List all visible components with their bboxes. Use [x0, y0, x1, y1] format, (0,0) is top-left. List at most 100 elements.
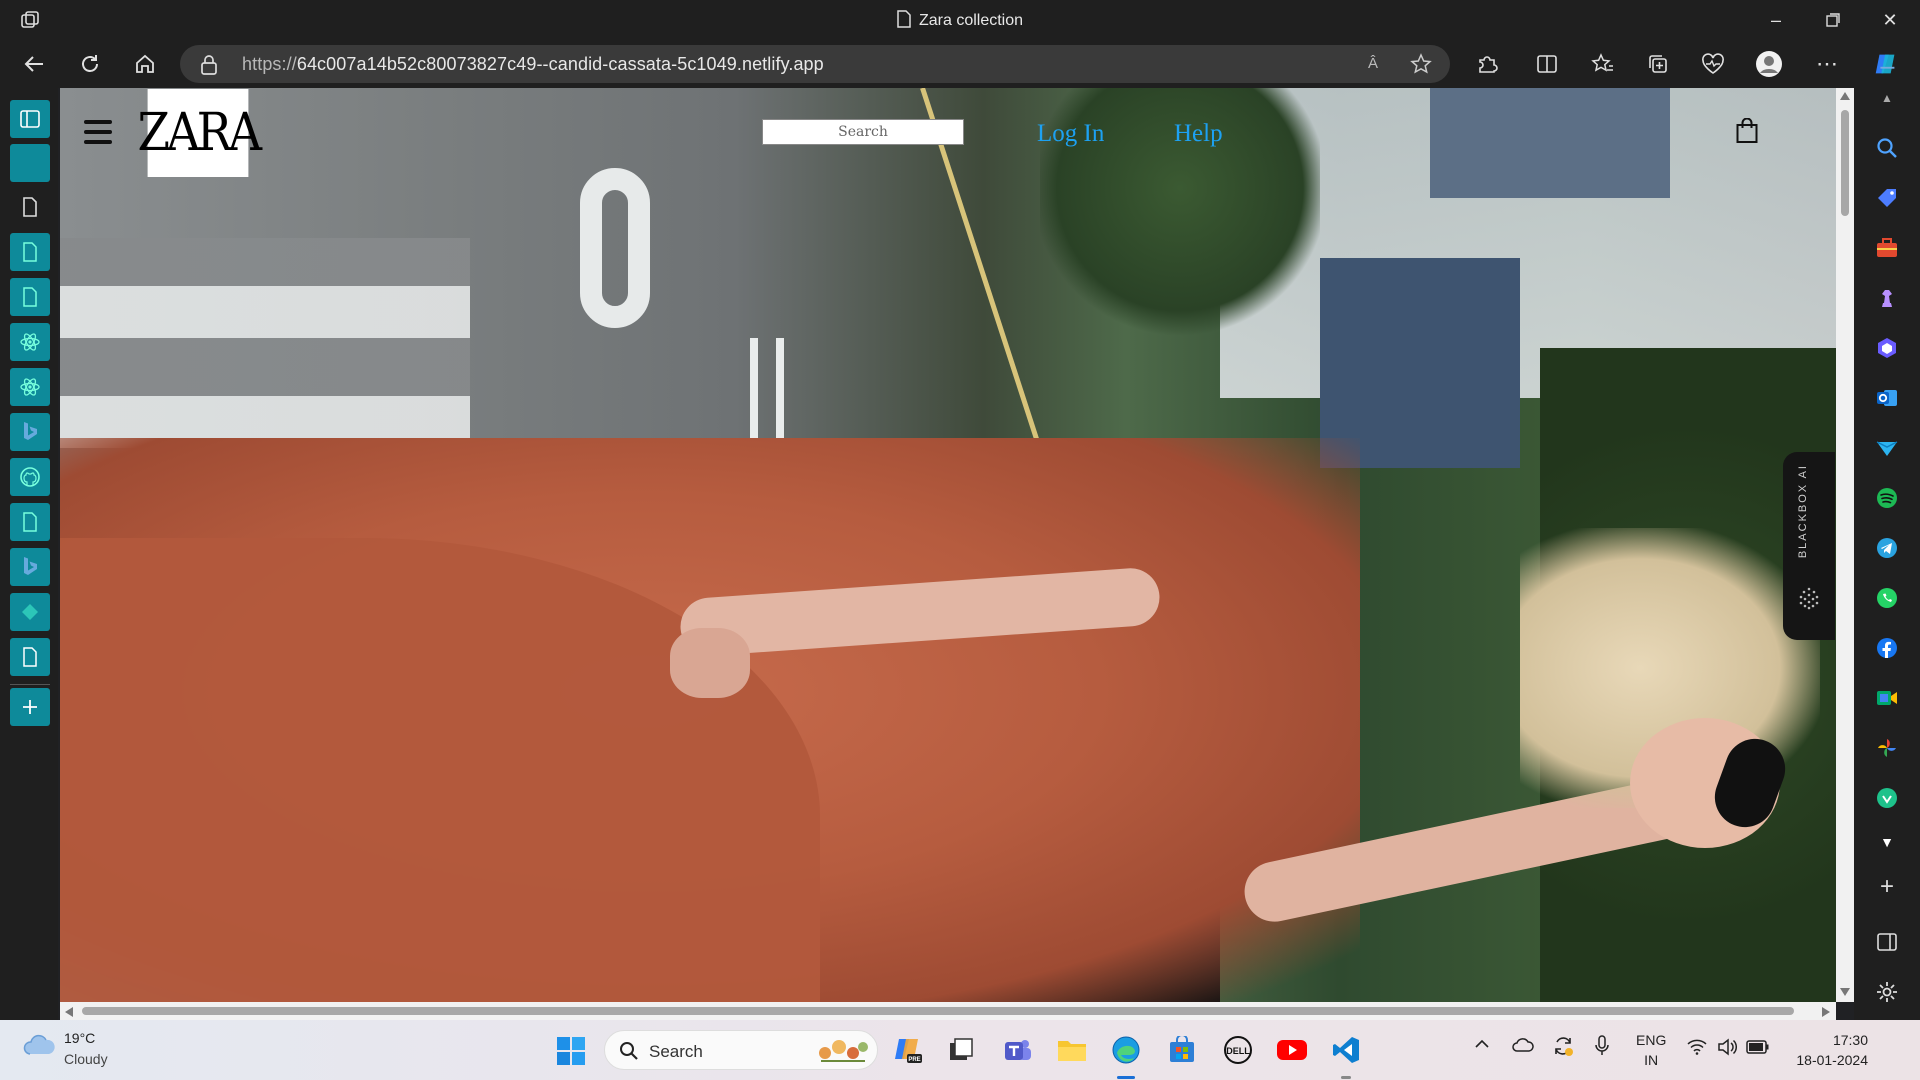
microsoft-365-icon[interactable] [1873, 334, 1901, 362]
tools-briefcase-icon[interactable] [1873, 234, 1901, 262]
github-icon [20, 467, 40, 487]
blackbox-ai-label: BLACKBOX AI [1797, 464, 1809, 559]
show-hidden-icons-chevron-icon[interactable] [1474, 1036, 1490, 1055]
help-link[interactable]: Help [1174, 120, 1223, 148]
scroll-down-arrow-icon[interactable] [1840, 988, 1850, 996]
windows-start-icon[interactable] [556, 1036, 586, 1066]
volume-icon[interactable] [1717, 1038, 1738, 1059]
games-chess-icon[interactable] [1873, 284, 1901, 312]
url-text[interactable]: https://64c007a14b52c80073827c49--candid… [242, 54, 824, 75]
scroll-left-arrow-icon[interactable] [65, 1007, 73, 1017]
scroll-right-arrow-icon[interactable] [1822, 1007, 1830, 1017]
shopping-bag-icon[interactable] [1736, 118, 1758, 144]
hide-sidebar-icon[interactable] [1873, 928, 1901, 956]
page-icon [23, 512, 37, 532]
spotify-icon[interactable] [1873, 484, 1901, 512]
task-view-app-icon[interactable] [945, 1034, 977, 1066]
hamburger-menu-icon[interactable] [84, 120, 112, 144]
sidebar-scroll-up-icon[interactable]: ▲ [1873, 84, 1901, 112]
weather-condition[interactable]: Cloudy [64, 1051, 108, 1067]
blackbox-ai-tab[interactable]: BLACKBOX AI [1783, 452, 1835, 640]
dell-app-icon[interactable]: DELL [1222, 1034, 1254, 1066]
home-button[interactable] [131, 50, 159, 78]
outlook-icon[interactable] [1873, 384, 1901, 412]
weather-temperature[interactable]: 19°C [64, 1030, 95, 1046]
copilot-button[interactable] [1872, 50, 1900, 78]
back-button[interactable] [20, 50, 48, 78]
vscode-app-icon[interactable] [1330, 1034, 1362, 1066]
collections-icon [1649, 55, 1667, 73]
horizontal-scrollbar[interactable] [60, 1002, 1836, 1020]
facebook-icon[interactable] [1873, 634, 1901, 662]
teams-app-icon[interactable] [1002, 1034, 1034, 1066]
vertical-tab-6[interactable] [10, 368, 50, 406]
sidebar-search-icon[interactable] [1873, 134, 1901, 162]
settings-more-button[interactable]: ⋯ [1813, 50, 1841, 78]
refresh-button[interactable] [76, 50, 104, 78]
sidebar-more-chevron-icon[interactable]: ▼ [1873, 828, 1901, 856]
telegram-icon[interactable] [1873, 534, 1901, 562]
file-explorer-app-icon[interactable] [1056, 1034, 1088, 1066]
wifi-icon[interactable] [1687, 1039, 1707, 1058]
vertical-tab-toggle[interactable] [10, 100, 50, 138]
vertical-tab-11[interactable] [10, 593, 50, 631]
vertical-scrollbar[interactable] [1836, 88, 1854, 1002]
browser-essentials-button[interactable] [1699, 50, 1727, 78]
vertical-tab-12[interactable] [10, 638, 50, 676]
copilot-preview-app-icon[interactable]: PRE [892, 1034, 924, 1066]
scroll-up-arrow-icon[interactable] [1840, 92, 1850, 100]
vertical-tab-7[interactable] [10, 413, 50, 451]
shopping-tag-icon[interactable] [1873, 184, 1901, 212]
add-favorite-star-icon[interactable] [1410, 53, 1432, 75]
lock-icon[interactable] [200, 55, 218, 75]
vertical-tab-active[interactable] [10, 188, 50, 226]
microphone-icon[interactable] [1594, 1035, 1610, 1060]
system-clock[interactable]: 17:30 18-01-2024 [1786, 1030, 1868, 1070]
title-bar: Zara collection – ✕ [0, 0, 1920, 40]
close-button[interactable]: ✕ [1878, 8, 1902, 32]
address-bar[interactable]: https://64c007a14b52c80073827c49--candid… [180, 45, 1450, 83]
zara-logo[interactable]: ZARA [138, 89, 262, 177]
extensions-button[interactable] [1473, 50, 1501, 78]
taskbar-search-box[interactable]: Search [604, 1030, 878, 1070]
bing-icon [24, 557, 37, 575]
svg-text:DELL: DELL [1226, 1046, 1250, 1056]
youtube-app-icon[interactable] [1276, 1034, 1308, 1066]
sync-status-icon[interactable] [1552, 1035, 1574, 1060]
cloudy-weather-icon[interactable] [22, 1030, 56, 1060]
read-aloud-icon[interactable]: Â [1368, 55, 1378, 72]
vertical-tab-8[interactable] [10, 458, 50, 496]
microsoft-store-app-icon[interactable] [1166, 1034, 1198, 1066]
new-tab-button[interactable] [10, 688, 50, 726]
vertical-tab-1[interactable] [10, 144, 50, 182]
puzzle-icon [1479, 56, 1498, 73]
plus-icon [23, 700, 37, 714]
google-photos-icon[interactable] [1873, 734, 1901, 762]
language-indicator[interactable]: ENG IN [1636, 1030, 1666, 1070]
collections-button[interactable] [1644, 50, 1672, 78]
whatsapp-icon[interactable] [1873, 584, 1901, 612]
search-input[interactable]: Search [762, 119, 964, 145]
split-screen-button[interactable] [1533, 50, 1561, 78]
onedrive-cloud-icon[interactable] [1512, 1037, 1534, 1056]
vertical-tab-3[interactable] [10, 233, 50, 271]
vertical-tab-9[interactable] [10, 503, 50, 541]
profile-button[interactable] [1755, 50, 1783, 78]
horizontal-scroll-thumb[interactable] [82, 1007, 1794, 1015]
vertical-tab-5[interactable] [10, 323, 50, 361]
drop-send-icon[interactable] [1873, 434, 1901, 462]
sidebar-add-icon[interactable]: + [1873, 873, 1901, 901]
vertical-tab-10[interactable] [10, 548, 50, 586]
page-icon [23, 197, 37, 217]
vpn-shield-icon[interactable] [1873, 784, 1901, 812]
sidebar-settings-gear-icon[interactable] [1873, 978, 1901, 1006]
favorites-button[interactable] [1589, 50, 1617, 78]
edge-browser-app-icon[interactable] [1110, 1034, 1142, 1066]
meet-video-icon[interactable] [1873, 684, 1901, 712]
minimize-button[interactable]: – [1764, 8, 1788, 32]
login-link[interactable]: Log In [1037, 120, 1104, 148]
maximize-button[interactable] [1821, 8, 1845, 32]
vertical-tab-4[interactable] [10, 278, 50, 316]
vertical-scroll-thumb[interactable] [1841, 110, 1849, 216]
battery-icon[interactable] [1746, 1040, 1770, 1057]
